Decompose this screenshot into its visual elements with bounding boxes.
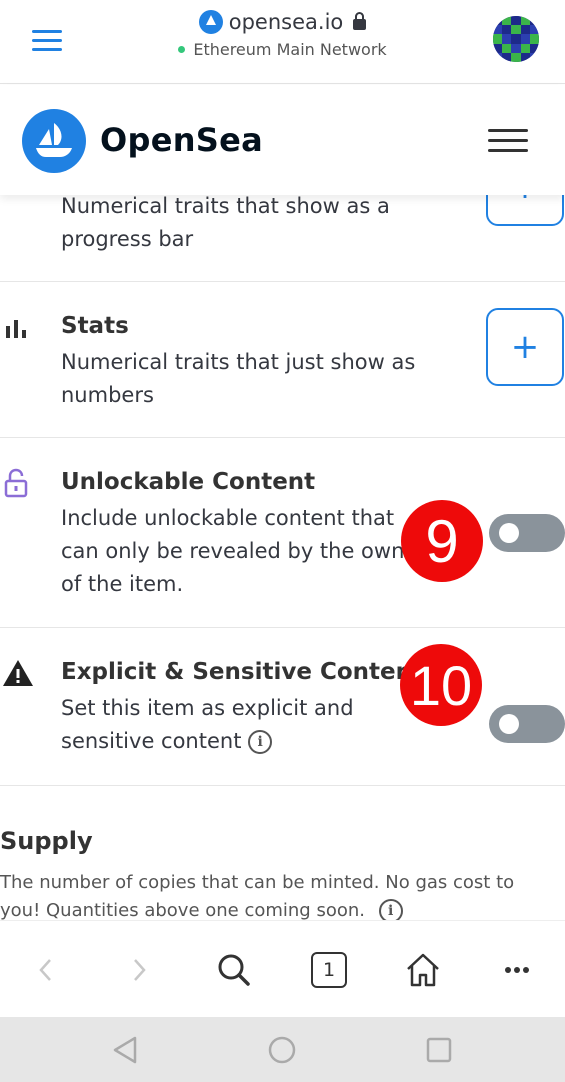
system-recents-icon[interactable] (414, 1017, 464, 1082)
create-item-form: Numerical traits that show as a progress… (0, 195, 565, 920)
wallet-avatar[interactable] (493, 16, 539, 62)
more-options-icon[interactable] (491, 921, 543, 1018)
supply-description: The number of copies that can be minted.… (0, 872, 515, 920)
lock-icon (353, 11, 367, 30)
stats-row: Stats Numerical traits that just show as… (0, 282, 565, 438)
unlockable-content-row: Unlockable Content Include unlockable co… (0, 438, 565, 628)
warning-icon (2, 658, 33, 688)
system-home-icon[interactable] (257, 1017, 307, 1082)
system-back-icon[interactable] (100, 1017, 150, 1082)
add-stats-button[interactable]: + (486, 308, 564, 386)
browser-bottom-nav: 1 (0, 920, 565, 1017)
home-icon[interactable] (397, 921, 449, 1018)
browser-menu-icon[interactable] (32, 30, 62, 52)
unlockable-title: Unlockable Content (61, 469, 316, 495)
explicit-toggle[interactable] (489, 705, 565, 743)
supply-title: Supply (0, 827, 93, 855)
stats-title: Stats (61, 313, 129, 339)
opensea-logo-icon[interactable] (22, 109, 86, 173)
explicit-description: Set this item as explicit and sensitive … (61, 696, 354, 753)
stats-description: Numerical traits that just show as numbe… (61, 350, 416, 407)
explicit-content-row: Explicit & Sensitive Content Set this it… (0, 628, 565, 786)
url-domain: opensea.io (228, 10, 344, 34)
browser-top-bar: opensea.io Ethereum Main Network (0, 0, 565, 84)
system-nav-bar (0, 1017, 565, 1082)
supply-info-icon[interactable]: i (378, 899, 403, 920)
search-icon[interactable] (208, 921, 260, 1018)
unlock-icon (2, 468, 32, 498)
back-icon[interactable] (20, 921, 72, 1018)
explicit-title: Explicit & Sensitive Content (61, 659, 423, 685)
forward-icon[interactable] (113, 921, 165, 1018)
network-status-dot (178, 46, 186, 53)
unlockable-description: Include unlockable content that can only… (61, 506, 426, 596)
brand-name[interactable]: OpenSea (100, 121, 263, 159)
info-icon[interactable]: i (248, 730, 273, 754)
levels-description: Numerical traits that show as a progress… (61, 195, 390, 251)
supply-description-wrap: The number of copies that can be minted.… (0, 869, 560, 920)
explicit-description-wrap: Set this item as explicit and sensitive … (61, 692, 421, 758)
tabs-button[interactable]: 1 (303, 921, 355, 1018)
add-levels-button[interactable]: + (486, 195, 564, 226)
annotation-badge-10: 10 (400, 644, 482, 726)
levels-row: Numerical traits that show as a progress… (0, 195, 565, 282)
site-menu-icon[interactable] (488, 129, 528, 153)
bar-chart-icon (2, 314, 32, 344)
annotation-badge-9: 9 (401, 500, 483, 582)
site-header: OpenSea (0, 85, 565, 195)
network-name: Ethereum Main Network (193, 40, 387, 59)
site-favicon-icon (198, 10, 223, 34)
unlockable-toggle[interactable] (489, 514, 565, 552)
tab-count: 1 (311, 951, 347, 988)
address-bar[interactable]: opensea.io Ethereum Main Network (150, 10, 415, 59)
